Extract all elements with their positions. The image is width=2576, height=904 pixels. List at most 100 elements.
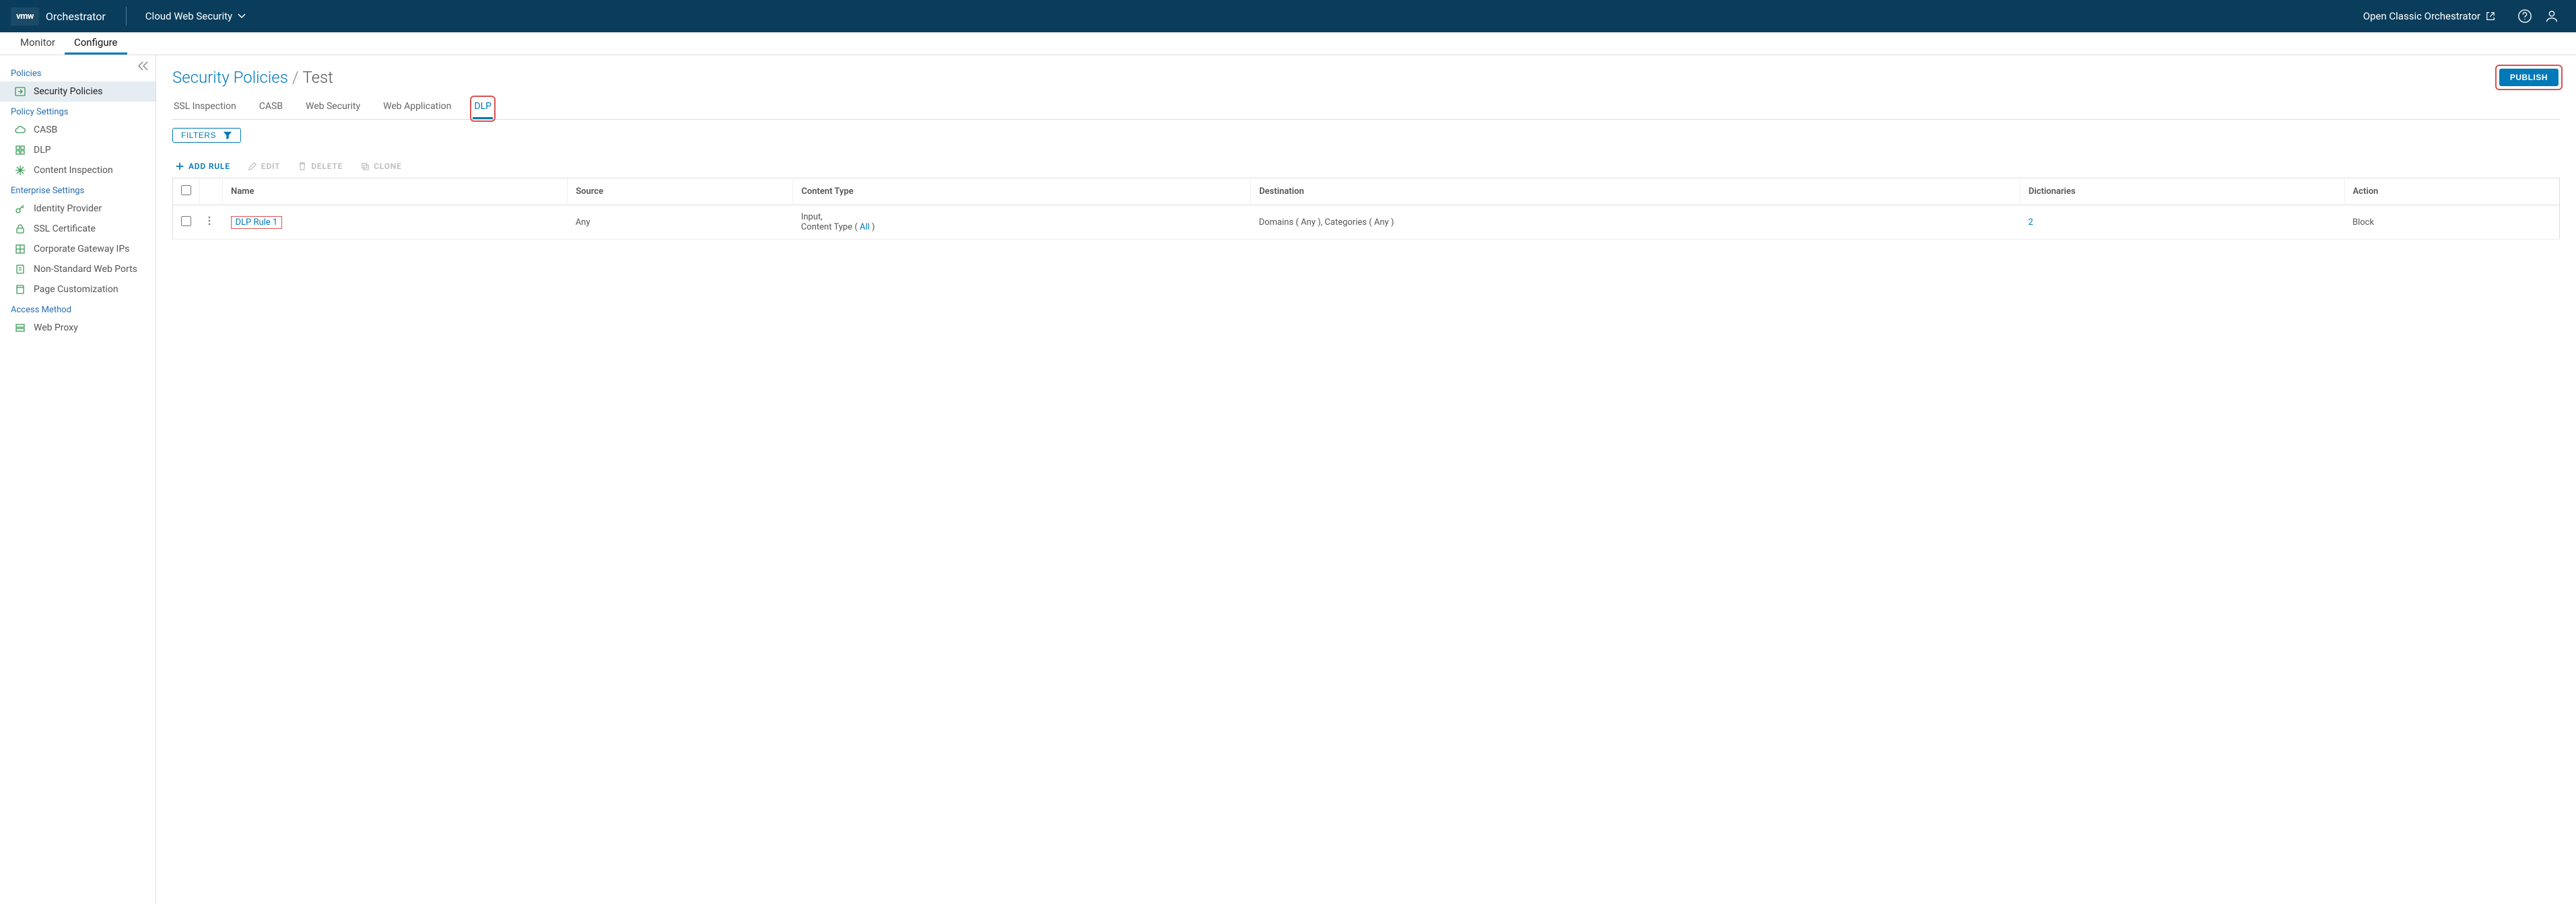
col-source: Source	[568, 178, 793, 205]
sparkle-icon	[15, 165, 26, 176]
cell-source: Any	[568, 205, 793, 240]
brand-name: Orchestrator	[46, 10, 106, 23]
col-dictionaries: Dictionaries	[2020, 178, 2344, 205]
delete-button: DELETE	[298, 162, 343, 171]
sidebar-item-page-customization[interactable]: Page Customization	[0, 279, 156, 300]
sidebar-item-dlp[interactable]: DLP	[0, 140, 156, 160]
sidebar-item-label: Security Policies	[34, 86, 103, 97]
tab-monitor[interactable]: Monitor	[11, 32, 65, 55]
col-content-type: Content Type	[793, 178, 1251, 205]
content-type-line1: Input,	[801, 212, 823, 222]
sidebar-item-identity-provider[interactable]: Identity Provider	[0, 199, 156, 219]
chevron-down-icon	[238, 12, 246, 20]
delete-label: DELETE	[311, 162, 343, 171]
cell-action: Block	[2344, 205, 2560, 240]
sidebar-item-label: Page Customization	[34, 284, 118, 295]
primary-tabs: Monitor Configure	[0, 32, 2576, 55]
cell-content-type: Input, Content Type ( All )	[793, 205, 1251, 240]
brand-logo: vmw	[11, 7, 39, 26]
user-icon	[2544, 9, 2559, 24]
ptab-web-application[interactable]: Web Application	[382, 98, 452, 119]
help-icon	[2517, 9, 2532, 24]
help-button[interactable]	[2511, 9, 2538, 24]
dictionaries-link[interactable]: 2	[2028, 217, 2033, 228]
trash-icon	[298, 162, 307, 171]
content-type-suffix: )	[870, 222, 875, 232]
col-row-menu	[200, 178, 223, 205]
login-icon	[15, 86, 26, 97]
filters-button[interactable]: FILTERS	[172, 128, 241, 143]
sidebar-item-security-policies[interactable]: Security Policies	[0, 81, 156, 102]
ptab-casb[interactable]: CASB	[258, 98, 284, 119]
sidebar: Policies Security Policies Policy Settin…	[0, 55, 156, 904]
breadcrumb-root[interactable]: Security Policies	[172, 68, 288, 87]
cell-destination: Domains ( Any ), Categories ( Any )	[1251, 205, 2021, 240]
lock-icon	[15, 223, 26, 234]
breadcrumb-row: Security Policies / Test PUBLISH	[172, 67, 2560, 88]
grid-icon	[15, 145, 26, 155]
ptab-ssl-inspection[interactable]: SSL Inspection	[172, 98, 238, 119]
sidebar-item-label: Non-Standard Web Ports	[34, 264, 137, 275]
select-all-checkbox[interactable]	[181, 185, 191, 195]
user-button[interactable]	[2538, 9, 2565, 24]
global-header: vmw Orchestrator Cloud Web Security Open…	[0, 0, 2576, 32]
content-type-prefix: Content Type (	[801, 222, 860, 232]
sidebar-item-corporate-gateway-ips[interactable]: Corporate Gateway IPs	[0, 239, 156, 259]
clone-label: CLONE	[374, 162, 402, 171]
sidebar-collapse-button[interactable]	[138, 61, 149, 73]
proxy-icon	[15, 322, 26, 333]
open-classic-link-label: Open Classic Orchestrator	[2363, 10, 2480, 22]
sidebar-item-web-proxy[interactable]: Web Proxy	[0, 318, 156, 338]
tab-configure[interactable]: Configure	[65, 32, 127, 55]
sidebar-item-non-standard-web-ports[interactable]: Non-Standard Web Ports	[0, 259, 156, 279]
edit-button: EDIT	[248, 162, 280, 171]
content-type-link[interactable]: All	[860, 222, 870, 232]
main-content: Security Policies / Test PUBLISH SSL Ins…	[156, 55, 2576, 904]
grid2-icon	[15, 244, 26, 254]
open-classic-link[interactable]: Open Classic Orchestrator	[2363, 10, 2495, 22]
table-header-row: Name Source Content Type Destination Dic…	[173, 178, 2560, 205]
context-dropdown[interactable]: Cloud Web Security	[145, 10, 246, 22]
sidebar-section-policy-settings: Policy Settings	[0, 102, 156, 120]
doc-icon	[15, 264, 26, 275]
sidebar-item-label: CASB	[34, 125, 57, 135]
key-icon	[15, 203, 26, 214]
filters-button-label: FILTERS	[181, 131, 216, 140]
header-divider	[126, 7, 127, 26]
filter-icon	[223, 131, 232, 140]
add-rule-label: ADD RULE	[189, 162, 230, 171]
plus-icon	[175, 162, 184, 171]
sidebar-item-label: Corporate Gateway IPs	[34, 244, 129, 254]
rules-table: Name Source Content Type Destination Dic…	[172, 178, 2560, 240]
sidebar-section-policies: Policies	[0, 63, 156, 81]
sidebar-section-enterprise-settings: Enterprise Settings	[0, 180, 156, 199]
policy-tabs: SSL Inspection CASB Web Security Web App…	[172, 98, 2560, 120]
col-action: Action	[2344, 178, 2560, 205]
ptab-dlp[interactable]: DLP	[473, 98, 493, 119]
row-menu-button[interactable]	[200, 205, 223, 240]
page-icon	[15, 284, 26, 295]
add-rule-button[interactable]: ADD RULE	[175, 162, 230, 171]
rule-name-link[interactable]: DLP Rule 1	[236, 217, 278, 228]
sidebar-item-label: DLP	[34, 145, 51, 155]
col-select-all	[173, 178, 200, 205]
sidebar-item-casb[interactable]: CASB	[0, 120, 156, 140]
sidebar-item-label: Content Inspection	[34, 165, 113, 176]
sidebar-section-access-method: Access Method	[0, 300, 156, 318]
sidebar-item-label: Identity Provider	[34, 203, 102, 214]
sidebar-item-label: Web Proxy	[34, 322, 78, 333]
sidebar-item-ssl-certificate[interactable]: SSL Certificate	[0, 219, 156, 239]
table-actions: ADD RULE EDIT DELETE CLONE	[172, 162, 2560, 171]
breadcrumb-current: Test	[302, 68, 333, 87]
row-checkbox[interactable]	[181, 216, 191, 226]
publish-button[interactable]: PUBLISH	[2499, 69, 2558, 86]
pencil-icon	[248, 162, 257, 171]
edit-label: EDIT	[261, 162, 280, 171]
external-link-icon	[2486, 11, 2495, 21]
sidebar-item-content-inspection[interactable]: Content Inspection	[0, 160, 156, 180]
col-name: Name	[223, 178, 568, 205]
dots-vertical-icon	[208, 216, 211, 225]
clone-icon	[360, 162, 370, 171]
ptab-web-security[interactable]: Web Security	[304, 98, 362, 119]
col-destination: Destination	[1251, 178, 2021, 205]
